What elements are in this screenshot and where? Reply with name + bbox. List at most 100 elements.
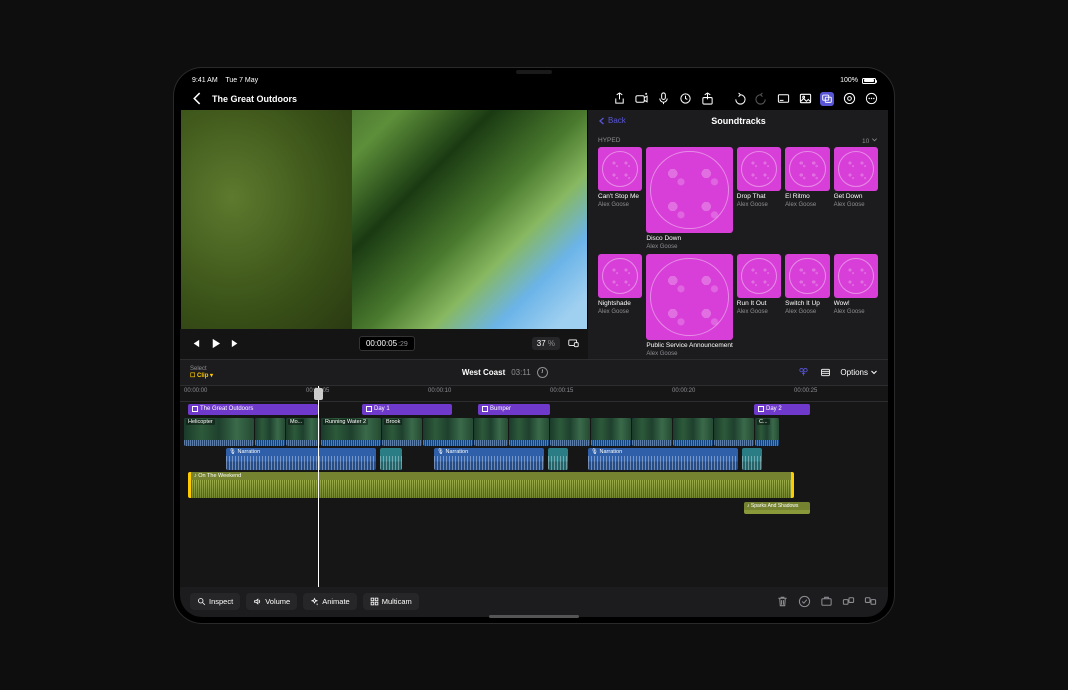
- music-clip[interactable]: ♪ Sparks And Shadows: [744, 502, 810, 514]
- ipad-frame: 9:41 AM Tue 7 May 100% The Great Outdoor…: [174, 68, 894, 623]
- soundtrack-item[interactable]: Nightshade Alex Goose: [598, 254, 642, 357]
- soundtrack-item[interactable]: Wow! Alex Goose: [834, 254, 878, 357]
- soundtrack-thumb: [834, 147, 878, 191]
- skip-fwd-icon[interactable]: [228, 337, 242, 351]
- video-clip[interactable]: [550, 418, 590, 446]
- media-overlay-icon[interactable]: [820, 92, 834, 106]
- browser-back-button[interactable]: Back: [598, 116, 626, 125]
- soundtrack-thumb: [598, 147, 642, 191]
- connect-left-icon[interactable]: [840, 594, 856, 610]
- title-clip[interactable]: Day 1: [362, 404, 452, 415]
- options-label: Options: [840, 368, 868, 377]
- title-clip[interactable]: Bumper: [478, 404, 550, 415]
- options-button[interactable]: Options: [840, 368, 878, 377]
- soundtrack-item[interactable]: Public Service Announcement Alex Goose: [646, 254, 732, 357]
- auto-enhance-icon[interactable]: [796, 365, 810, 379]
- approve-icon[interactable]: [796, 594, 812, 610]
- selection-indicator[interactable]: Select ☐ Clip ▾: [190, 366, 213, 379]
- video-clip[interactable]: Running Water 2: [321, 418, 381, 446]
- title-clip[interactable]: The Great Outdoors: [188, 404, 318, 415]
- battery-pct: 100%: [840, 77, 858, 84]
- soundtrack-item[interactable]: Can't Stop Me Alex Goose: [598, 147, 642, 250]
- video-clip[interactable]: [673, 418, 713, 446]
- export-icon[interactable]: [700, 92, 714, 106]
- soundtrack-item[interactable]: Drop That Alex Goose: [737, 147, 781, 250]
- audio-track: 🎙 Narration 🎙 Narration 🎙 Narration: [184, 448, 884, 470]
- play-button[interactable]: [208, 337, 222, 351]
- soundtrack-artist: Alex Goose: [598, 202, 642, 208]
- index-icon[interactable]: [818, 365, 832, 379]
- inspect-button[interactable]: Inspect: [190, 593, 240, 610]
- audio-clip[interactable]: [548, 448, 568, 470]
- device-camera: [516, 70, 552, 74]
- browser-section-header[interactable]: HYPED10: [588, 132, 888, 147]
- zoom-level[interactable]: 37 %: [532, 337, 560, 350]
- timecode-display[interactable]: 00:00:05:29: [359, 336, 415, 351]
- soundtrack-name: Drop That: [737, 193, 781, 200]
- more-icon[interactable]: [864, 92, 878, 106]
- soundtrack-name: Run It Out: [737, 300, 781, 307]
- audio-clip[interactable]: [742, 448, 762, 470]
- video-preview[interactable]: [181, 110, 587, 329]
- tracks: The Great Outdoors Day 1 Bumper Day 2 Helic…: [180, 402, 888, 520]
- soundtrack-item[interactable]: Disco Down Alex Goose: [646, 147, 732, 250]
- connect-right-icon[interactable]: [862, 594, 878, 610]
- timeline[interactable]: 00:00:0000:00:0500:00:1000:00:1500:00:20…: [180, 386, 888, 587]
- title-clip[interactable]: Day 2: [754, 404, 810, 415]
- share-icon[interactable]: [612, 92, 626, 106]
- browser-body[interactable]: HYPED10 Can't Stop Me Alex Goose Disco D…: [588, 132, 888, 359]
- top-toolbar: The Great Outdoors: [180, 88, 888, 110]
- photos-icon[interactable]: [798, 92, 812, 106]
- clip-fwd-icon[interactable]: [754, 92, 768, 106]
- audio-clip[interactable]: 🎙 Narration: [434, 448, 544, 470]
- multicam-button[interactable]: Multicam: [363, 593, 419, 610]
- audio-clip[interactable]: [380, 448, 402, 470]
- audio-clip[interactable]: 🎙 Narration: [226, 448, 376, 470]
- video-clip[interactable]: [255, 418, 285, 446]
- video-clip[interactable]: [423, 418, 473, 446]
- video-clip[interactable]: [714, 418, 754, 446]
- camera-plus-icon[interactable]: [634, 92, 648, 106]
- video-clip[interactable]: [474, 418, 508, 446]
- soundtrack-item[interactable]: Run It Out Alex Goose: [737, 254, 781, 357]
- video-clip[interactable]: [509, 418, 549, 446]
- soundtrack-item[interactable]: El Ritmo Alex Goose: [785, 147, 829, 250]
- soundtrack-thumb: [737, 254, 781, 298]
- info-icon[interactable]: i: [537, 367, 548, 378]
- video-clip[interactable]: Helicopter: [184, 418, 254, 446]
- soundtrack-artist: Alex Goose: [598, 309, 642, 315]
- soundtrack-item[interactable]: Switch It Up Alex Goose: [785, 254, 829, 357]
- tools-icon[interactable]: [818, 594, 834, 610]
- soundtrack-item[interactable]: Get Down Alex Goose: [834, 147, 878, 250]
- media-browser: Back Soundtracks HYPED10 Can't Stop Me A…: [588, 110, 888, 359]
- video-clip[interactable]: C...: [755, 418, 779, 446]
- voiceover-icon[interactable]: [842, 92, 856, 106]
- animate-button[interactable]: Animate: [303, 593, 357, 610]
- zoom-unit: %: [548, 339, 555, 348]
- timecode-main: 00:00:05: [366, 339, 397, 348]
- time-ruler[interactable]: 00:00:0000:00:0500:00:1000:00:1500:00:20…: [180, 386, 888, 402]
- video-clip[interactable]: [591, 418, 631, 446]
- display-icon[interactable]: [566, 337, 580, 351]
- volume-button[interactable]: Volume: [246, 593, 297, 610]
- soundtrack-artist: Alex Goose: [737, 309, 781, 315]
- clip-chip: ☐ Clip ▾: [190, 372, 213, 379]
- back-button[interactable]: [190, 92, 204, 106]
- mic-icon[interactable]: [656, 92, 670, 106]
- soundtrack-thumb: [785, 254, 829, 298]
- clip-back-icon[interactable]: [732, 92, 746, 106]
- video-clip[interactable]: Mo...: [286, 418, 320, 446]
- ruler-tick: 00:00:00: [184, 388, 207, 394]
- home-indicator[interactable]: [489, 615, 579, 617]
- soundtrack-name: Wow!: [834, 300, 878, 307]
- skip-back-icon[interactable]: [188, 337, 202, 351]
- marker-icon[interactable]: [678, 92, 692, 106]
- titles-icon[interactable]: [776, 92, 790, 106]
- video-clip[interactable]: Brook: [382, 418, 422, 446]
- playhead[interactable]: [318, 386, 319, 587]
- video-clip[interactable]: [632, 418, 672, 446]
- audio-clip[interactable]: 🎙 Narration: [588, 448, 738, 470]
- music-clip[interactable]: ♪ On The Weekend: [188, 472, 794, 498]
- trash-icon[interactable]: [774, 594, 790, 610]
- soundtrack-thumb: [598, 254, 642, 298]
